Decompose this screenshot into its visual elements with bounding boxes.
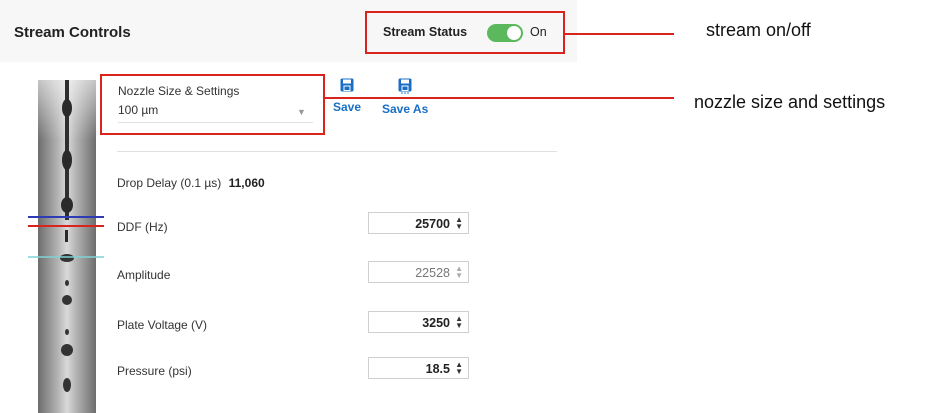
nozzle-settings-group: Nozzle Size & Settings 100 µm ▼ xyxy=(100,74,325,135)
spinner-icon[interactable]: ▲ ▼ xyxy=(455,361,463,376)
spinner-icon[interactable]: ▲ ▼ xyxy=(455,315,463,330)
plate-voltage-input[interactable]: 3250 ▲ ▼ xyxy=(368,311,469,333)
save-label: Save xyxy=(333,100,362,114)
callout-stream-text: stream on/off xyxy=(706,20,811,40)
spinner-icon: ▲ ▼ xyxy=(455,264,463,280)
divider xyxy=(117,151,557,152)
select-underline xyxy=(118,122,313,123)
nozzle-settings-label: Nozzle Size & Settings xyxy=(118,84,240,98)
amplitude-label: Amplitude xyxy=(117,268,171,282)
callout-line-nozzle xyxy=(325,97,674,99)
chevron-down-icon[interactable]: ▼ xyxy=(297,107,306,117)
plate-voltage-value: 3250 xyxy=(422,316,450,330)
drop-delay-readout: Drop Delay (0.1 µs) 11,060 xyxy=(117,176,265,190)
callout-line-stream xyxy=(565,33,674,35)
spinner-icon[interactable]: ▲ ▼ xyxy=(455,216,463,231)
drop-delay-value: 11,060 xyxy=(228,176,265,190)
floppy-disk-icon xyxy=(340,78,354,92)
pressure-input[interactable]: 18.5 ▲ ▼ xyxy=(368,357,469,379)
plate-voltage-label: Plate Voltage (V) xyxy=(117,318,208,332)
amplitude-value: 22528 xyxy=(415,266,450,280)
pressure-value: 18.5 xyxy=(425,362,450,376)
callout-nozzle-text: nozzle size and settings xyxy=(694,92,886,112)
ddf-input[interactable]: 25700 ▲ ▼ xyxy=(368,212,469,234)
amplitude-input: 22528 ▲ ▼ xyxy=(368,261,469,283)
nozzle-size-select[interactable]: 100 µm xyxy=(118,103,158,117)
drop-delay-label: Drop Delay (0.1 µs) xyxy=(117,176,222,190)
ddf-label: DDF (Hz) xyxy=(117,220,168,234)
save-button[interactable]: Save xyxy=(333,78,361,114)
save-as-label: Save As xyxy=(382,102,429,116)
pressure-label: Pressure (psi) xyxy=(117,364,192,378)
floppy-disk-dots-icon xyxy=(398,78,412,94)
ddf-value: 25700 xyxy=(415,217,450,231)
